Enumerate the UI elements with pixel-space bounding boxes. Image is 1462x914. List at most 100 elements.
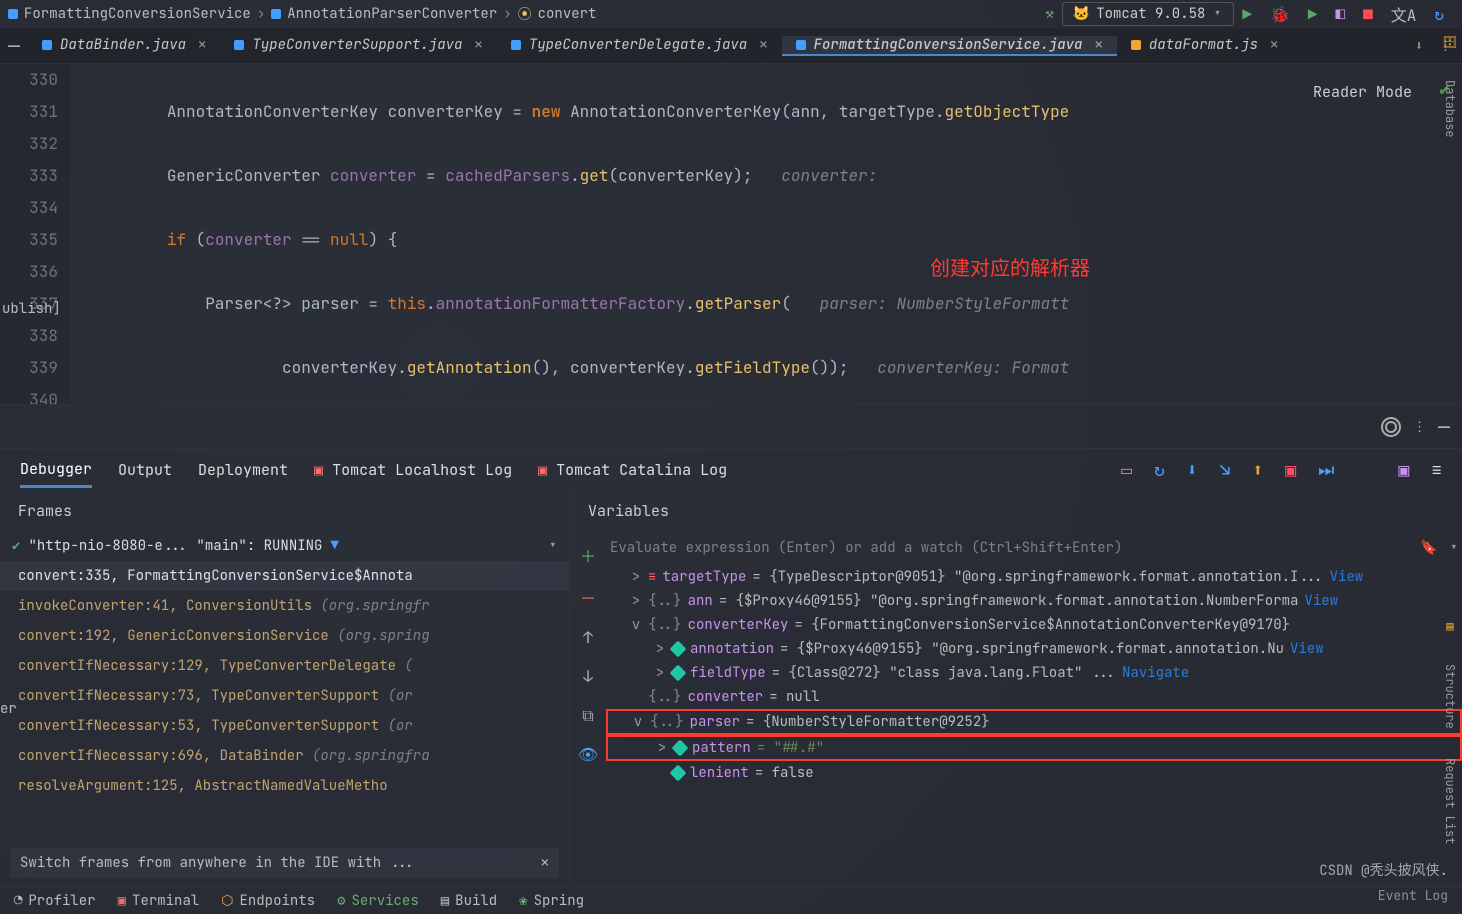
class-icon	[271, 9, 281, 19]
up-icon[interactable]: ↑	[583, 627, 593, 648]
reader-mode-label[interactable]: Reader Mode	[1313, 76, 1412, 108]
download-icon[interactable]: ⬇	[1415, 37, 1423, 54]
sb-endpoints[interactable]: ⬡ Endpoints	[221, 892, 315, 910]
database-icon[interactable]: 🗄	[1442, 34, 1457, 50]
close-icon[interactable]: ✕	[1270, 36, 1278, 54]
view-link[interactable]: Navigate	[1122, 664, 1189, 682]
search-icon[interactable]: 文A	[1391, 2, 1417, 26]
thread-selector[interactable]: ✔ "http-nio-8080-e... "main": RUNNING ▼ …	[0, 531, 569, 561]
structure-icon[interactable]: ▤	[1446, 618, 1453, 634]
evaluate-input[interactable]: Evaluate expression (Enter) or add a wat…	[606, 531, 1462, 565]
close-icon[interactable]: ✕	[759, 36, 767, 54]
rail-database[interactable]: Database	[1442, 80, 1458, 138]
variable-node[interactable]: >≡targetType = {TypeDescriptor@9051} "@o…	[606, 565, 1462, 589]
editor-tab[interactable]: DataBinder.java✕	[28, 36, 220, 54]
layout-icon[interactable]: ▭	[1121, 459, 1132, 482]
run-icon[interactable]: ▶	[1242, 4, 1252, 25]
editor-tab[interactable]: FormattingConversionService.java✕	[782, 36, 1117, 56]
sb-spring[interactable]: ❀ Spring	[519, 892, 584, 910]
step-into-icon[interactable]: ↘	[1220, 459, 1231, 482]
filter-icon[interactable]: ▼	[330, 537, 338, 555]
object-icon: {..}	[648, 688, 682, 706]
eye-icon[interactable]: 👁	[578, 744, 598, 765]
chevron-down-icon: ▾	[1211, 5, 1223, 23]
rail-structure[interactable]: Structure	[1442, 664, 1458, 729]
profile-icon[interactable]: ◧	[1336, 4, 1346, 25]
view-link[interactable]: View	[1330, 568, 1364, 586]
sb-services[interactable]: ⚙ Services	[337, 892, 419, 910]
debug-icon[interactable]: 🐞	[1270, 4, 1290, 25]
down-icon[interactable]: ↓	[583, 666, 593, 687]
breadcrumb[interactable]: FormattingConversionService› AnnotationP…	[8, 4, 596, 24]
view-link[interactable]: View	[1304, 592, 1338, 610]
truncated-er: er	[0, 700, 17, 718]
close-icon[interactable]: ✕	[1094, 36, 1102, 54]
variables-tree[interactable]: Evaluate expression (Enter) or add a wat…	[606, 531, 1462, 886]
rail-request-list[interactable]: Request List	[1442, 758, 1458, 844]
editor-tab[interactable]: TypeConverterSupport.java✕	[220, 36, 496, 54]
stack-frame[interactable]: convertIfNecessary:129, TypeConverterDel…	[0, 651, 569, 681]
updates-icon[interactable]: ↻	[1434, 4, 1444, 25]
stack-frame[interactable]: convert:192, GenericConversionService (o…	[0, 621, 569, 651]
stack-frame[interactable]: invokeConverter:41, ConversionUtils (org…	[0, 591, 569, 621]
sb-terminal[interactable]: ▣ Terminal	[118, 892, 200, 910]
run-to-cursor-icon[interactable]: ⏭	[1318, 459, 1334, 482]
step-out-icon[interactable]: ⬆	[1252, 459, 1263, 482]
more-icon[interactable]: ⋮	[1413, 418, 1426, 435]
editor-tab[interactable]: TypeConverterDelegate.java✕	[497, 36, 782, 54]
tab-tomcat-catalina-log[interactable]: ▣ Tomcat Catalina Log	[538, 454, 727, 486]
tab-debugger[interactable]: Debugger	[20, 453, 92, 488]
chevron-down-icon[interactable]: ▾	[549, 537, 557, 555]
close-icon[interactable]: ✕	[541, 854, 549, 872]
stack-frame[interactable]: convertIfNecessary:53, TypeConverterSupp…	[0, 711, 569, 741]
right-tool-rail: 🗄 Database ▤ Structure Request List	[1438, 34, 1462, 845]
code-area[interactable]: AnnotationConverterKey converterKey = ne…	[70, 64, 1462, 404]
code-editor[interactable]: 330331332333334335336337338339340 Annota…	[0, 64, 1462, 404]
step-over-icon[interactable]: ⬇	[1187, 459, 1198, 482]
remove-watch-icon[interactable]: －	[580, 585, 596, 609]
tab-tomcat-localhost-log[interactable]: ▣ Tomcat Localhost Log	[314, 454, 512, 486]
stack-frame[interactable]: resolveArgument:125, AbstractNamedValueM…	[0, 771, 569, 801]
hammer-icon[interactable]: ⚒	[1045, 5, 1053, 23]
variable-node[interactable]: >pattern = "##.#"	[606, 735, 1462, 761]
run-config-combo[interactable]: 🐱 Tomcat 9.0.58 ▾	[1062, 2, 1235, 26]
variable-node[interactable]: v{..}converterKey = {FormattingConversio…	[606, 613, 1462, 637]
frames-title: Frames	[0, 491, 569, 531]
frames-hint: Switch frames from anywhere in the IDE w…	[10, 848, 559, 878]
variable-node[interactable]: lenient = false	[606, 761, 1462, 785]
field-icon	[672, 740, 689, 757]
variable-node[interactable]: v{..}parser = {NumberStyleFormatter@9252…	[606, 709, 1462, 735]
console-icon[interactable]: ▣	[1398, 459, 1409, 482]
sb-build[interactable]: ▤ Build	[441, 892, 497, 910]
class-icon	[8, 9, 18, 19]
minimize-icon[interactable]: —	[0, 33, 28, 59]
stack-frame[interactable]: convertIfNecessary:696, DataBinder (org.…	[0, 741, 569, 771]
bookmark-icon[interactable]: 🔖	[1420, 539, 1437, 557]
stack-frame[interactable]: convertIfNecessary:73, TypeConverterSupp…	[0, 681, 569, 711]
debug-tabs: Debugger Output Deployment ▣ Tomcat Loca…	[0, 449, 1462, 491]
editor-tab[interactable]: dataFormat.js✕	[1117, 36, 1293, 54]
sb-profiler[interactable]: ◔ Profiler	[14, 892, 96, 910]
copy-icon[interactable]: ⧉	[582, 705, 593, 726]
resume-icon[interactable]: ↻	[1154, 459, 1165, 482]
stop-icon[interactable]: ■	[1363, 4, 1373, 25]
variable-node[interactable]: >{..}ann = {$Proxy46@9155} "@org.springf…	[606, 589, 1462, 613]
view-link[interactable]: View	[1290, 640, 1324, 658]
field-icon	[670, 665, 687, 682]
coverage-icon[interactable]: ▶	[1308, 4, 1318, 25]
target-icon[interactable]	[1381, 417, 1401, 437]
evaluate-icon[interactable]: ▣	[1285, 459, 1296, 482]
stack-frame[interactable]: convert:335, FormattingConversionService…	[0, 561, 569, 591]
tab-output[interactable]: Output	[118, 454, 172, 486]
run-config-label: Tomcat 9.0.58	[1096, 5, 1205, 23]
file-icon	[796, 40, 806, 50]
add-watch-icon[interactable]: ＋	[580, 543, 596, 567]
thread-label: "http-nio-8080-e... "main": RUNNING	[28, 537, 322, 555]
close-icon[interactable]: ✕	[474, 36, 482, 54]
variable-node[interactable]: {..}converter = null	[606, 685, 1462, 709]
variable-node[interactable]: >annotation = {$Proxy46@9155} "@org.spri…	[606, 637, 1462, 661]
close-icon[interactable]: ✕	[198, 36, 206, 54]
tab-deployment[interactable]: Deployment	[198, 454, 288, 486]
variable-node[interactable]: >fieldType = {Class@272} "class java.lan…	[606, 661, 1462, 685]
editor-tabs: — DataBinder.java✕TypeConverterSupport.j…	[0, 28, 1462, 64]
